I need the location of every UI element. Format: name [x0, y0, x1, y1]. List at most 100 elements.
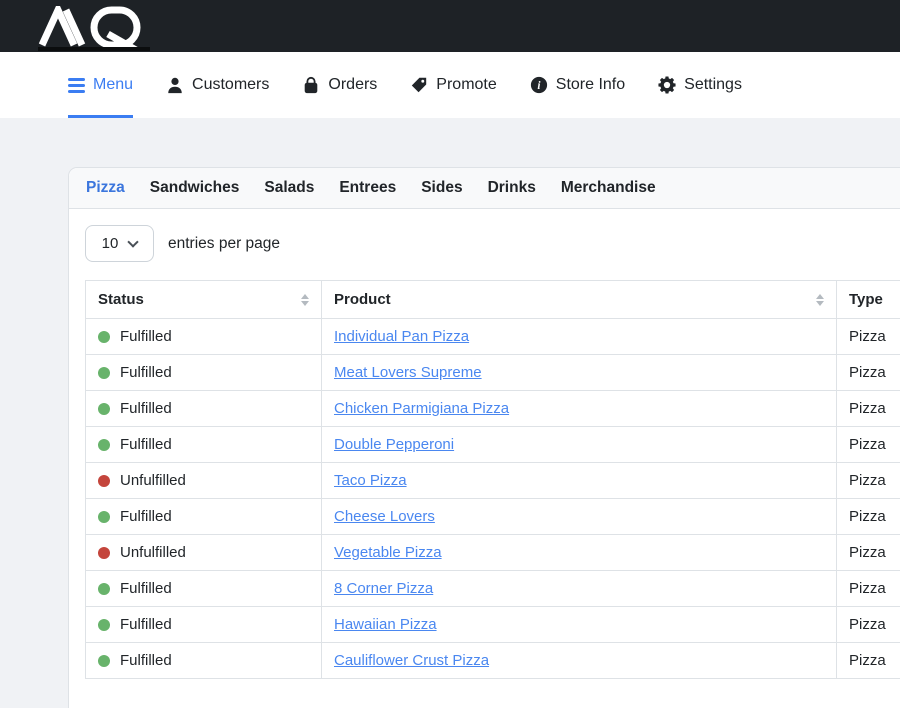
- product-link[interactable]: Double Pepperoni: [334, 436, 454, 453]
- type-cell: Pizza: [837, 319, 900, 355]
- brand-logo[interactable]: [38, 6, 150, 52]
- products-table: Status Product Type: [85, 280, 900, 679]
- tab-entrees[interactable]: Entrees: [339, 179, 396, 197]
- product-link[interactable]: Cheese Lovers: [334, 508, 435, 525]
- status-label: Fulfilled: [120, 652, 172, 669]
- status-cell: Fulfilled: [86, 319, 322, 355]
- chevron-down-icon: [128, 236, 139, 247]
- nav-item-promote[interactable]: Promote: [410, 52, 496, 118]
- content-area: Pizza Sandwiches Salads Entrees Sides Dr…: [0, 118, 900, 708]
- table-row: Fulfilled Individual Pan Pizza Pizza: [86, 319, 900, 355]
- status-cell: Fulfilled: [86, 499, 322, 535]
- column-header-label: Type: [849, 291, 883, 308]
- status-label: Unfulfilled: [120, 472, 186, 489]
- bag-icon: [302, 76, 320, 94]
- type-cell: Pizza: [837, 391, 900, 427]
- sort-icon[interactable]: [301, 294, 309, 306]
- status-label: Fulfilled: [120, 616, 172, 633]
- table-row: Fulfilled Meat Lovers Supreme Pizza: [86, 355, 900, 391]
- product-link[interactable]: Meat Lovers Supreme: [334, 364, 482, 381]
- logo-underline: [38, 47, 150, 51]
- status-label: Fulfilled: [120, 364, 172, 381]
- product-cell: Double Pepperoni: [322, 427, 837, 463]
- brand-logo-graphic: [38, 6, 150, 47]
- table-row: Unfulfilled Taco Pizza Pizza: [86, 463, 900, 499]
- type-cell: Pizza: [837, 643, 900, 679]
- tab-merchandise[interactable]: Merchandise: [561, 179, 656, 197]
- nav-item-menu[interactable]: Menu: [68, 52, 133, 118]
- status-cell: Fulfilled: [86, 607, 322, 643]
- table-row: Fulfilled Double Pepperoni Pizza: [86, 427, 900, 463]
- nav-item-label: Menu: [93, 76, 133, 94]
- tab-salads[interactable]: Salads: [264, 179, 314, 197]
- nav-item-label: Store Info: [556, 76, 625, 94]
- main-nav: Menu Customers Orders Promote i Store In…: [0, 52, 900, 118]
- status-label: Fulfilled: [120, 400, 172, 417]
- product-link[interactable]: 8 Corner Pizza: [334, 580, 433, 597]
- status-cell: Unfulfilled: [86, 463, 322, 499]
- product-link[interactable]: Individual Pan Pizza: [334, 328, 469, 345]
- product-cell: Hawaiian Pizza: [322, 607, 837, 643]
- tab-sandwiches[interactable]: Sandwiches: [150, 179, 240, 197]
- status-cell: Fulfilled: [86, 391, 322, 427]
- status-dot-icon: [98, 403, 110, 415]
- type-cell: Pizza: [837, 571, 900, 607]
- status-label: Fulfilled: [120, 508, 172, 525]
- status-label: Unfulfilled: [120, 544, 186, 561]
- tab-pizza[interactable]: Pizza: [86, 179, 125, 197]
- nav-item-settings[interactable]: Settings: [658, 52, 742, 118]
- product-link[interactable]: Vegetable Pizza: [334, 544, 442, 561]
- table-header-row: Status Product Type: [86, 281, 900, 319]
- top-header-bar: [0, 0, 900, 52]
- status-label: Fulfilled: [120, 436, 172, 453]
- column-header-label: Product: [334, 291, 391, 308]
- type-cell: Pizza: [837, 355, 900, 391]
- product-cell: Chicken Parmigiana Pizza: [322, 391, 837, 427]
- product-cell: Cauliflower Crust Pizza: [322, 643, 837, 679]
- product-link[interactable]: Taco Pizza: [334, 472, 407, 489]
- product-cell: Meat Lovers Supreme: [322, 355, 837, 391]
- sort-icon[interactable]: [816, 294, 824, 306]
- entries-per-page-select[interactable]: 10: [85, 225, 154, 262]
- status-label: Fulfilled: [120, 328, 172, 345]
- table-row: Fulfilled Cauliflower Crust Pizza Pizza: [86, 643, 900, 679]
- status-dot-icon: [98, 655, 110, 667]
- hamburger-icon: [68, 78, 85, 93]
- nav-item-store-info[interactable]: i Store Info: [530, 52, 625, 118]
- table-row: Fulfilled Hawaiian Pizza Pizza: [86, 607, 900, 643]
- type-cell: Pizza: [837, 499, 900, 535]
- table-row: Fulfilled 8 Corner Pizza Pizza: [86, 571, 900, 607]
- nav-item-label: Promote: [436, 76, 496, 94]
- product-link[interactable]: Hawaiian Pizza: [334, 616, 437, 633]
- product-cell: 8 Corner Pizza: [322, 571, 837, 607]
- status-dot-icon: [98, 475, 110, 487]
- person-icon: [166, 76, 184, 94]
- status-dot-icon: [98, 583, 110, 595]
- status-dot-icon: [98, 547, 110, 559]
- nav-item-label: Customers: [192, 76, 269, 94]
- entries-per-page-label: entries per page: [168, 235, 280, 253]
- status-label: Fulfilled: [120, 580, 172, 597]
- tag-icon: [410, 76, 428, 94]
- nav-item-label: Settings: [684, 76, 742, 94]
- column-header-status[interactable]: Status: [86, 281, 322, 319]
- type-cell: Pizza: [837, 535, 900, 571]
- product-cell: Cheese Lovers: [322, 499, 837, 535]
- tab-sides[interactable]: Sides: [421, 179, 462, 197]
- product-cell: Taco Pizza: [322, 463, 837, 499]
- nav-item-customers[interactable]: Customers: [166, 52, 269, 118]
- nav-item-orders[interactable]: Orders: [302, 52, 377, 118]
- status-cell: Fulfilled: [86, 571, 322, 607]
- product-link[interactable]: Cauliflower Crust Pizza: [334, 652, 489, 669]
- column-header-product[interactable]: Product: [322, 281, 837, 319]
- type-cell: Pizza: [837, 427, 900, 463]
- table-row: Fulfilled Chicken Parmigiana Pizza Pizza: [86, 391, 900, 427]
- product-cell: Vegetable Pizza: [322, 535, 837, 571]
- tab-drinks[interactable]: Drinks: [488, 179, 536, 197]
- status-dot-icon: [98, 511, 110, 523]
- status-cell: Fulfilled: [86, 355, 322, 391]
- table-row: Fulfilled Cheese Lovers Pizza: [86, 499, 900, 535]
- product-link[interactable]: Chicken Parmigiana Pizza: [334, 400, 509, 417]
- column-header-type[interactable]: Type: [837, 281, 900, 319]
- product-cell: Individual Pan Pizza: [322, 319, 837, 355]
